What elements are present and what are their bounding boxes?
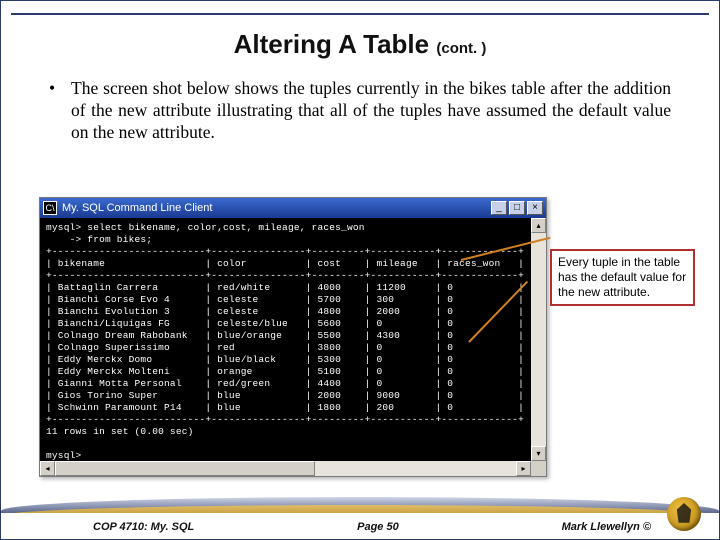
slide-title: Altering A Table (cont. )	[1, 29, 719, 60]
scroll-h-thumb[interactable]	[55, 461, 315, 476]
scroll-up-button[interactable]: ▴	[531, 218, 546, 233]
app-icon: C\	[43, 201, 57, 215]
maximize-button[interactable]: □	[509, 201, 525, 215]
footer-right: Mark Llewellyn ©	[562, 521, 651, 533]
horizontal-scrollbar[interactable]: ◂ ▸	[40, 461, 531, 476]
callout-box: Every tuple in the table has the default…	[550, 249, 695, 306]
title-cont: (cont. )	[436, 40, 486, 57]
callout-text: Every tuple in the table has the default…	[558, 255, 686, 299]
top-rule	[11, 13, 709, 15]
vertical-scrollbar[interactable]: ▴ ▾	[531, 218, 546, 461]
bullet-text: The screen shot below shows the tuples c…	[71, 78, 671, 144]
bullet-item: • The screen shot below shows the tuples…	[49, 78, 671, 144]
footer-center: Page 50	[357, 521, 399, 533]
window-titlebar: C\ My. SQL Command Line Client _ □ ×	[40, 198, 546, 218]
minimize-button[interactable]: _	[491, 201, 507, 215]
scroll-left-button[interactable]: ◂	[40, 461, 55, 476]
window-buttons: _ □ ×	[491, 201, 543, 215]
logo-icon	[667, 497, 701, 531]
bullet-marker: •	[49, 78, 71, 144]
close-button[interactable]: ×	[527, 201, 543, 215]
title-main: Altering A Table	[234, 29, 430, 59]
slide: Altering A Table (cont. ) • The screen s…	[0, 0, 720, 540]
scroll-v-track[interactable]	[531, 233, 546, 446]
scroll-right-button[interactable]: ▸	[516, 461, 531, 476]
footer-left: COP 4710: My. SQL	[93, 521, 194, 533]
slide-body: • The screen shot below shows the tuples…	[49, 78, 671, 144]
footer-text: COP 4710: My. SQL Page 50 Mark Llewellyn…	[1, 521, 719, 533]
scroll-down-button[interactable]: ▾	[531, 446, 546, 461]
window-title: My. SQL Command Line Client	[62, 202, 491, 214]
scrollbar-corner	[531, 461, 546, 476]
scroll-h-track[interactable]	[55, 461, 516, 476]
footer: COP 4710: My. SQL Page 50 Mark Llewellyn…	[1, 489, 719, 539]
